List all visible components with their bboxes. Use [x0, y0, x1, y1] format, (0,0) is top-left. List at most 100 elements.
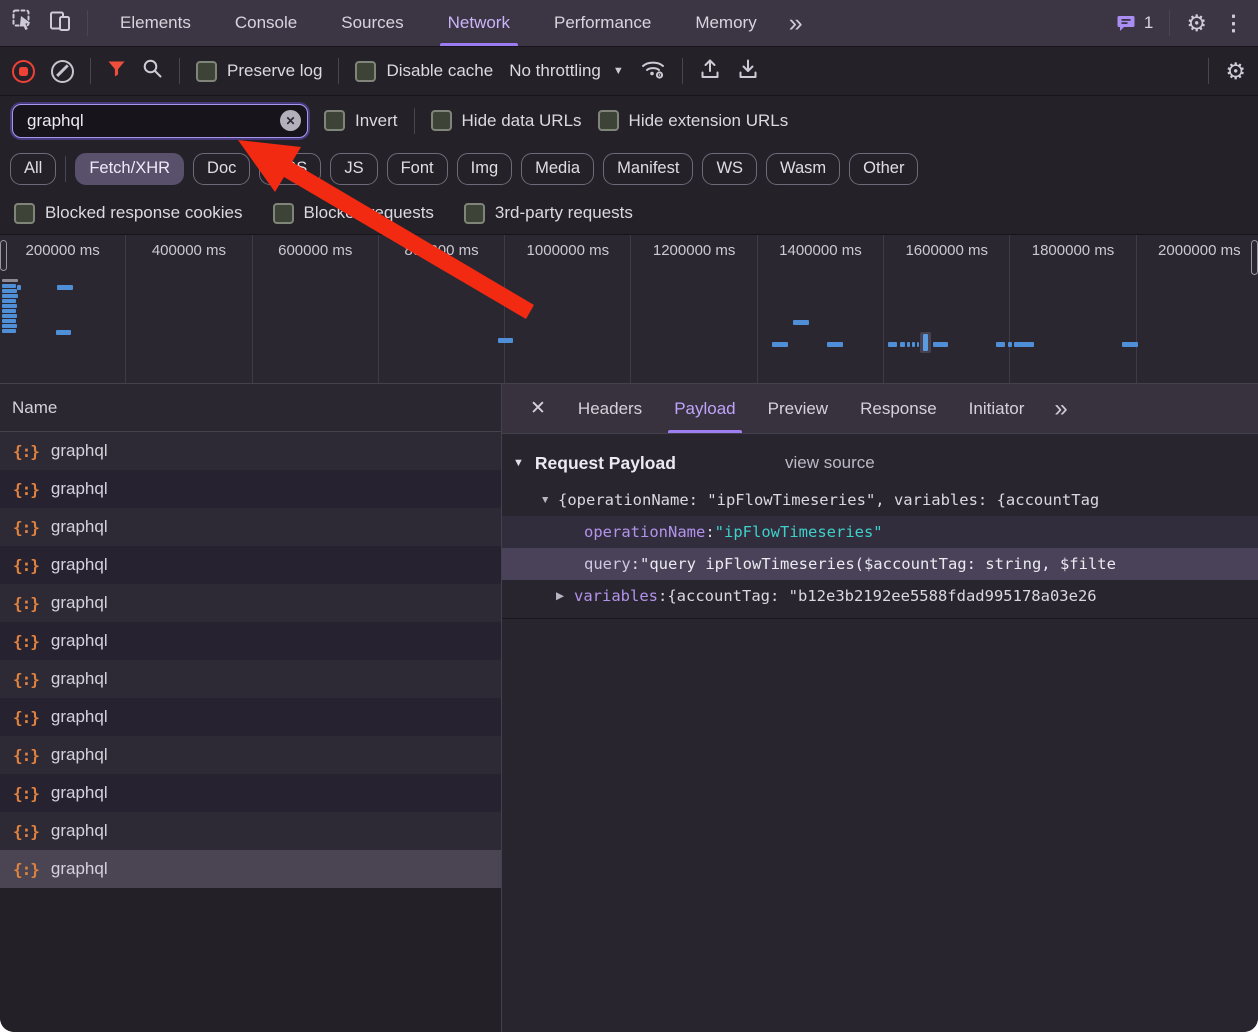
chip-doc[interactable]: Doc [193, 153, 250, 185]
hide-data-urls-checkbox[interactable]: Hide data URLs [431, 110, 582, 131]
device-toolbar-icon[interactable] [49, 9, 73, 37]
overview-cell: 1000000 ms [505, 235, 631, 383]
request-row[interactable]: {:}graphql [0, 660, 501, 698]
section-collapse-icon[interactable]: ▼ [502, 457, 524, 469]
chip-ws[interactable]: WS [702, 153, 757, 185]
tab-memory[interactable]: Memory [673, 0, 778, 46]
hide-data-urls-label: Hide data URLs [462, 111, 582, 131]
request-row[interactable]: {:}graphql [0, 850, 501, 888]
tab-elements[interactable]: Elements [98, 0, 213, 46]
inspect-element-icon[interactable] [12, 9, 35, 37]
divider [90, 58, 91, 84]
blocked-response-cookies-checkbox[interactable]: Blocked response cookies [14, 203, 243, 224]
overview-cell: 1200000 ms [632, 235, 758, 383]
import-har-icon[interactable] [699, 58, 721, 85]
chip-wasm[interactable]: Wasm [766, 153, 840, 185]
request-row[interactable]: {:}graphql [0, 774, 501, 812]
payload-text: : [631, 555, 640, 573]
throttling-select[interactable]: No throttling ▼ [509, 61, 624, 81]
chip-media[interactable]: Media [521, 153, 594, 185]
kebab-menu-icon[interactable]: ⋮ [1223, 11, 1244, 36]
overview-time-label: 800000 ms [379, 242, 504, 259]
details-tab-initiator[interactable]: Initiator [953, 384, 1041, 433]
tab-sources[interactable]: Sources [319, 0, 425, 46]
chip-css[interactable]: CSS [259, 153, 321, 185]
overview-time-label: 1800000 ms [1010, 242, 1135, 259]
details-more-tabs-icon[interactable]: » [1044, 384, 1077, 433]
chip-js[interactable]: JS [330, 153, 377, 185]
payload-row[interactable]: ▶variables: {accountTag: "b12e3b2192ee55… [502, 580, 1258, 612]
checkbox[interactable] [14, 203, 35, 224]
twisty-icon[interactable]: ▼ [540, 494, 558, 506]
network-conditions-icon[interactable] [640, 58, 666, 85]
request-row[interactable]: {:}graphql [0, 584, 501, 622]
chip-other[interactable]: Other [849, 153, 918, 185]
details-tab-headers[interactable]: Headers [562, 384, 658, 433]
payload-text: "ipFlowTimeseries" [715, 523, 883, 541]
request-row[interactable]: {:}graphql [0, 432, 501, 470]
request-bar [57, 285, 73, 290]
chip-font[interactable]: Font [387, 153, 448, 185]
request-row[interactable]: {:}graphql [0, 622, 501, 660]
details-tab-preview[interactable]: Preview [752, 384, 844, 433]
message-bubble-icon [1117, 14, 1137, 32]
request-bar [923, 334, 928, 351]
disable-cache-checkbox[interactable]: Disable cache [355, 61, 493, 82]
more-tabs-icon[interactable]: » [779, 0, 813, 46]
hide-extension-urls-checkbox[interactable]: Hide extension URLs [598, 110, 789, 131]
checkbox[interactable] [273, 203, 294, 224]
filter-input[interactable] [25, 110, 280, 132]
search-icon[interactable] [142, 58, 163, 84]
network-overview[interactable]: 200000 ms400000 ms600000 ms800000 ms1000… [0, 235, 1258, 384]
payload-row[interactable]: query: "query ipFlowTimeseries($accountT… [502, 548, 1258, 580]
filter-input-box[interactable]: ✕ [12, 104, 308, 138]
preserve-log-checkbox[interactable]: Preserve log [196, 61, 322, 82]
record-button[interactable] [12, 60, 35, 83]
checkbox[interactable] [355, 61, 376, 82]
tab-console[interactable]: Console [213, 0, 319, 46]
network-settings-gear-icon[interactable]: ⚙ [1225, 58, 1246, 85]
clear-network-log-icon[interactable] [51, 60, 74, 83]
blocked-requests-checkbox[interactable]: Blocked requests [273, 203, 434, 224]
checkbox[interactable] [598, 110, 619, 131]
payload-text: : [658, 587, 667, 605]
json-braces-icon: {:} [13, 670, 39, 689]
checkbox[interactable] [431, 110, 452, 131]
payload-row[interactable]: ▼{operationName: "ipFlowTimeseries", var… [502, 484, 1258, 516]
payload-text: {operationName: "ipFlowTimeseries", vari… [558, 491, 1099, 509]
tab-performance[interactable]: Performance [532, 0, 673, 46]
payload-row[interactable]: operationName: "ipFlowTimeseries" [502, 516, 1258, 548]
view-source-link[interactable]: view source [785, 453, 875, 473]
details-tab-response[interactable]: Response [844, 384, 953, 433]
invert-checkbox[interactable]: Invert [324, 110, 398, 131]
details-tab-payload[interactable]: Payload [658, 384, 751, 433]
request-row[interactable]: {:}graphql [0, 812, 501, 850]
request-row[interactable]: {:}graphql [0, 508, 501, 546]
request-row[interactable]: {:}graphql [0, 736, 501, 774]
export-har-icon[interactable] [737, 58, 759, 85]
close-details-icon[interactable]: ✕ [518, 384, 558, 433]
request-bar [1122, 342, 1138, 347]
tab-network[interactable]: Network [426, 0, 532, 46]
chip-all[interactable]: All [10, 153, 56, 185]
request-row[interactable]: {:}graphql [0, 546, 501, 584]
3rd-party-requests-checkbox[interactable]: 3rd-party requests [464, 203, 633, 224]
filter-funnel-icon[interactable] [107, 60, 126, 83]
overview-cell: 1800000 ms [1010, 235, 1136, 383]
twisty-icon[interactable]: ▶ [556, 590, 574, 602]
request-bar [996, 342, 1005, 347]
issues-counter[interactable]: 1 [1117, 13, 1153, 33]
request-row[interactable]: {:}graphql [0, 470, 501, 508]
chip-manifest[interactable]: Manifest [603, 153, 693, 185]
name-column-header[interactable]: Name [0, 384, 501, 432]
request-bar [827, 342, 843, 347]
chip-fetch-xhr[interactable]: Fetch/XHR [75, 153, 184, 185]
chip-img[interactable]: Img [457, 153, 513, 185]
checkbox[interactable] [196, 61, 217, 82]
settings-gear-icon[interactable]: ⚙ [1186, 10, 1207, 37]
clear-filter-icon[interactable]: ✕ [280, 110, 301, 131]
divider [179, 58, 180, 84]
request-row[interactable]: {:}graphql [0, 698, 501, 736]
checkbox[interactable] [464, 203, 485, 224]
checkbox[interactable] [324, 110, 345, 131]
